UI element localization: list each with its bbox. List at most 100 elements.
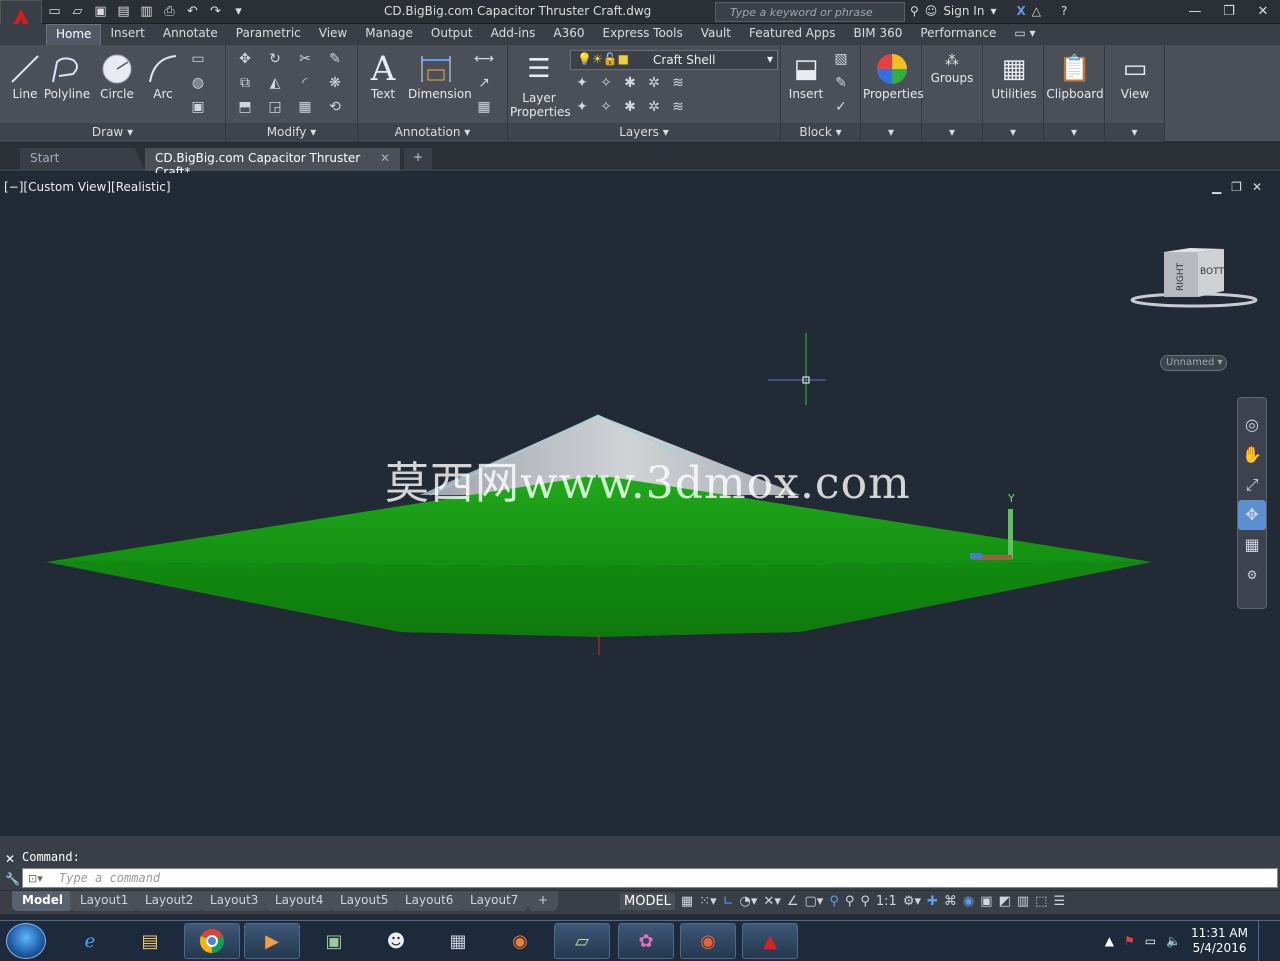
insert-button[interactable]: ⬓ Insert xyxy=(781,51,831,101)
new-icon[interactable]: ▭ xyxy=(46,3,63,20)
layer-off-icon[interactable]: ✦ xyxy=(570,75,594,95)
customize-qat-icon[interactable]: ▾ xyxy=(230,3,247,20)
layout-tab-1[interactable]: Layout1 xyxy=(70,891,139,911)
network-icon[interactable]: ▭ xyxy=(1145,934,1156,948)
print-icon[interactable]: ⎙ xyxy=(161,3,178,20)
calculator-app-icon[interactable]: ▦ xyxy=(430,923,486,959)
showmotion-icon[interactable]: ▦ xyxy=(1238,530,1266,560)
binoculars-icon[interactable]: ⚲ xyxy=(910,4,919,18)
tab-express-tools[interactable]: Express Tools xyxy=(594,24,692,45)
osnap-icon[interactable]: ▢▾ xyxy=(805,894,824,909)
erase-icon[interactable]: ✎ xyxy=(320,51,350,71)
layer-unlock-icon[interactable]: ✲ xyxy=(642,99,666,119)
properties-panel[interactable]: Properties ▾ xyxy=(861,45,924,142)
annotation-scale-icon[interactable]: ⚲ xyxy=(860,894,870,909)
redo-icon[interactable]: ↷ xyxy=(207,3,224,20)
tab-insert[interactable]: Insert xyxy=(101,24,153,45)
text-button[interactable]: A Text xyxy=(358,49,408,101)
show-desktop-button[interactable] xyxy=(1258,921,1268,961)
layer-on-icon[interactable]: ✦ xyxy=(570,99,594,119)
tab-view[interactable]: View xyxy=(310,24,356,45)
properties-expand-icon[interactable]: ▾ xyxy=(861,123,921,142)
explode-icon[interactable]: ❋ xyxy=(320,75,350,95)
save-icon[interactable]: ▣ xyxy=(92,3,109,20)
layout-tab-2[interactable]: Layout2 xyxy=(135,891,204,911)
tab-output[interactable]: Output xyxy=(422,24,482,45)
layer-dropdown[interactable]: 💡☀🔓■ Craft Shell ▾ xyxy=(570,50,778,70)
quick-properties-icon[interactable]: ◉ xyxy=(963,894,974,909)
command-close-icon[interactable]: ✕ xyxy=(5,852,15,866)
move-icon[interactable]: ✥ xyxy=(230,51,260,71)
tab-start[interactable]: Start xyxy=(20,148,145,171)
circle-button[interactable]: Circle xyxy=(92,51,142,101)
copy-icon[interactable]: ⧉ xyxy=(230,75,260,95)
undo-icon[interactable]: ↶ xyxy=(184,3,201,20)
snap-icon[interactable]: ⁙▾ xyxy=(699,894,716,909)
a360-icon[interactable]: △ xyxy=(1032,4,1041,18)
command-prompt-icon[interactable]: ⊡▾ xyxy=(28,872,43,885)
save-as-icon[interactable]: ▤ xyxy=(115,3,132,20)
modify-panel-title[interactable]: Modify ▾ xyxy=(226,123,357,142)
layer-lock-icon[interactable]: ✲ xyxy=(642,75,666,95)
layers-panel-title[interactable]: Layers ▾ xyxy=(508,123,780,142)
groups-expand-icon[interactable]: ▾ xyxy=(922,123,982,142)
view-panel[interactable]: ▭ View ▾ xyxy=(1105,45,1165,142)
grid-icon[interactable]: ▦ xyxy=(681,894,693,909)
zoom-icon[interactable]: ⤢ xyxy=(1238,470,1266,500)
app-face-icon[interactable]: ☻ xyxy=(368,923,424,959)
tab-drawing[interactable]: CD.BigBig.com Capacitor Thruster Craft* … xyxy=(145,148,400,179)
steering-wheel-icon[interactable]: ◎ xyxy=(1238,410,1266,440)
region-icon[interactable]: ▣ xyxy=(184,99,212,119)
leader-icon[interactable]: ↗ xyxy=(470,75,498,95)
fillet-icon[interactable]: ◜ xyxy=(290,75,320,95)
navbar-options-icon[interactable]: ⚙ xyxy=(1238,560,1266,590)
hatch-icon[interactable]: ◍ xyxy=(184,75,212,95)
layer-isolate-icon[interactable]: ✧ xyxy=(594,75,618,95)
offset-icon[interactable]: ⟲ xyxy=(320,99,350,119)
layout-tab-3[interactable]: Layout3 xyxy=(200,891,269,911)
clipboard-panel[interactable]: 📋 Clipboard ▾ xyxy=(1044,45,1105,142)
scale-icon[interactable]: ◲ xyxy=(260,99,290,119)
close-icon[interactable]: ✕ xyxy=(1246,0,1280,22)
rotate-icon[interactable]: ↻ xyxy=(260,51,290,71)
tab-vault[interactable]: Vault xyxy=(692,24,740,45)
clipboard-expand-icon[interactable]: ▾ xyxy=(1044,123,1104,142)
isodraft-icon[interactable]: ✕▾ xyxy=(763,894,780,909)
layout-tab-4[interactable]: Layout4 xyxy=(265,891,334,911)
units-icon[interactable]: ⌘ xyxy=(944,894,957,909)
isolate-objects-icon[interactable]: ◩ xyxy=(999,894,1011,909)
layout-tab-5[interactable]: Layout5 xyxy=(330,891,399,911)
arc-button[interactable]: Arc xyxy=(138,51,188,101)
ucs-name-dropdown[interactable]: Unnamed ▾ xyxy=(1160,355,1227,371)
media-player-icon[interactable]: ▶ xyxy=(244,923,300,959)
command-input[interactable]: Type a command xyxy=(22,868,1278,888)
model-space-button[interactable]: MODEL xyxy=(620,893,675,910)
paint-app-icon[interactable]: ✿ xyxy=(618,923,674,959)
volume-icon[interactable]: 🔈 xyxy=(1166,934,1181,948)
file-explorer-icon[interactable]: ▤ xyxy=(122,923,178,959)
autoscale-icon[interactable]: ⚲ xyxy=(845,894,855,909)
ie-icon[interactable]: ℯ xyxy=(62,923,118,959)
layer-thaw-icon[interactable]: ✱ xyxy=(618,99,642,119)
tab-performance[interactable]: Performance xyxy=(911,24,1005,45)
utilities-panel[interactable]: ▦ Utilities ▾ xyxy=(983,45,1044,142)
minimize-icon[interactable]: — xyxy=(1178,0,1212,22)
clean-screen-icon[interactable]: ⬚ xyxy=(1035,894,1047,909)
tab-annotate[interactable]: Annotate xyxy=(154,24,227,45)
trim-icon[interactable]: ✂ xyxy=(290,51,320,71)
sign-in-link[interactable]: Sign In xyxy=(943,4,984,18)
polyline-button[interactable]: Polyline xyxy=(42,51,92,101)
layout-tab-6[interactable]: Layout6 xyxy=(395,891,464,911)
tab-bim360[interactable]: BIM 360 xyxy=(845,24,912,45)
add-layout-button[interactable]: + xyxy=(528,891,559,911)
tray-expand-icon[interactable]: ▲ xyxy=(1105,934,1114,948)
flag-icon[interactable]: ⚑ xyxy=(1124,934,1135,948)
table-icon[interactable]: ▦ xyxy=(470,99,498,119)
terminal-icon[interactable]: ▣ xyxy=(306,923,362,959)
create-block-icon[interactable]: ▧ xyxy=(827,51,855,71)
folder-app-icon[interactable]: ▱ xyxy=(554,923,610,959)
lock-ui-icon[interactable]: ▣ xyxy=(980,894,992,909)
mirror-icon[interactable]: ◭ xyxy=(260,75,290,95)
customize-status-icon[interactable]: ☰ xyxy=(1053,894,1065,909)
orbit-icon[interactable]: ✥ xyxy=(1238,500,1266,530)
